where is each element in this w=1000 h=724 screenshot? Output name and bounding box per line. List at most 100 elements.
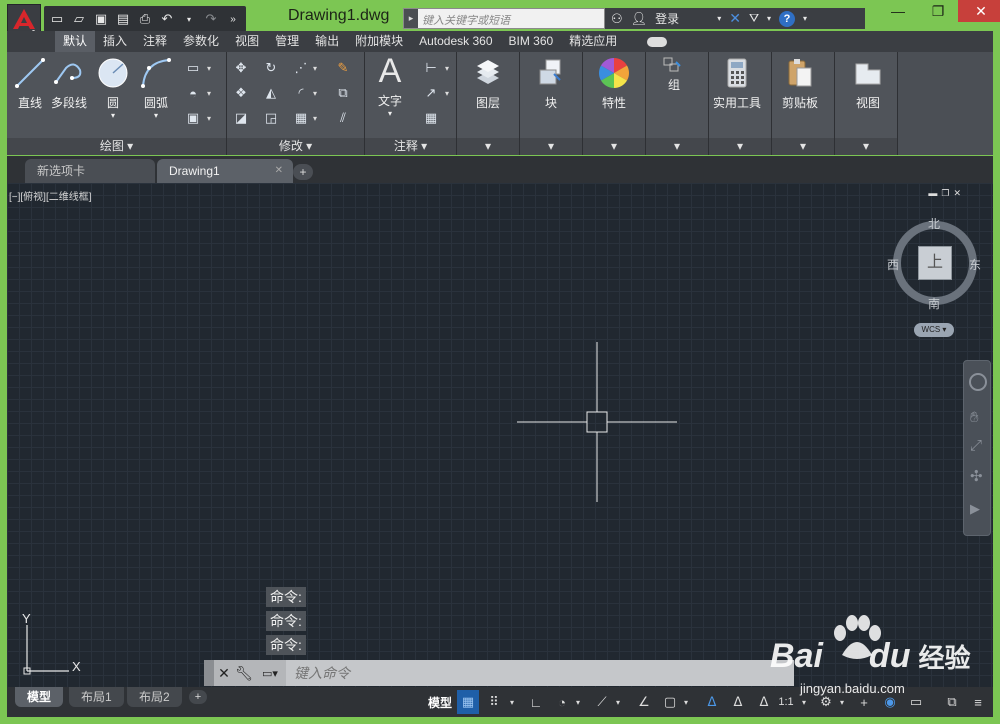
properties-button[interactable]: 特性 xyxy=(597,56,631,111)
restore-button[interactable]: ❐ xyxy=(918,0,958,22)
pan-hand-icon[interactable]: ✋︎ xyxy=(970,409,979,426)
snap-dropdown-icon[interactable]: ▾ xyxy=(507,690,517,714)
login-dropdown-icon[interactable]: ▾ xyxy=(717,14,721,23)
hardware-acceleration-icon[interactable]: ▭ xyxy=(905,690,927,714)
annotation-panel-title[interactable]: 注释 ▾ xyxy=(365,138,456,155)
wcs-menu[interactable]: WCS ▾ xyxy=(914,323,954,337)
a360-icon[interactable]: ⛛ xyxy=(749,11,759,26)
search-expand-icon[interactable]: ▸ xyxy=(404,9,418,28)
clean-screen-icon[interactable]: ⧉ xyxy=(941,690,963,714)
properties-panel-dropdown-icon[interactable]: ▾ xyxy=(583,138,645,155)
compass-south[interactable]: 南 xyxy=(928,295,940,312)
block-button[interactable]: 块 xyxy=(534,56,568,111)
login-link[interactable]: 登录 xyxy=(655,10,679,27)
viewport-controls-label[interactable]: [−][俯视][二维线框] xyxy=(9,188,92,203)
more-commands-icon[interactable]: » xyxy=(224,10,242,28)
rotate-icon[interactable]: ↻ xyxy=(261,58,281,78)
rectangle-icon[interactable]: ▭ xyxy=(183,58,203,78)
fillet-icon[interactable]: ◜ xyxy=(291,83,311,103)
open-folder-icon[interactable]: ▱ xyxy=(70,10,88,28)
a360-dropdown-icon[interactable]: ▾ xyxy=(767,14,771,23)
scale-icon[interactable]: ◲ xyxy=(261,108,281,128)
move-icon[interactable]: ✥ xyxy=(231,58,251,78)
object-snap-dropdown-icon[interactable]: ▾ xyxy=(681,690,691,714)
snap-toggle-icon[interactable]: ⠿ xyxy=(483,690,505,714)
compass-west[interactable]: 西 xyxy=(887,256,899,273)
group-panel[interactable]: 组 ▾ xyxy=(646,52,709,155)
utilities-panel-dropdown-icon[interactable]: ▾ xyxy=(709,138,771,155)
rectangle-dropdown-icon[interactable]: ▾ xyxy=(207,64,211,73)
boundary-dropdown-icon[interactable]: ▾ xyxy=(207,114,211,123)
customization-menu-icon[interactable]: ≡ xyxy=(967,690,989,714)
tab-view[interactable]: 视图 xyxy=(227,31,267,52)
drawing-canvas[interactable]: [−][俯视][二维线框] ▬❐✕ 上 北 南 西 东 WCS ▾ ✋︎ ⤢ ✣… xyxy=(7,183,993,687)
add-layout-button[interactable]: + xyxy=(189,690,207,704)
trim-icon[interactable]: ⋰ xyxy=(291,58,311,78)
ribbon-display-toggle[interactable] xyxy=(639,31,675,52)
layers-panel-dropdown-icon[interactable]: ▾ xyxy=(457,138,519,155)
tab-annotate[interactable]: 注释 xyxy=(135,31,175,52)
annotation-scale-icon[interactable]: ᐃ xyxy=(753,690,775,714)
clipboard-button[interactable]: 剪贴板 xyxy=(782,56,818,111)
polar-dropdown-icon[interactable]: ▾ xyxy=(573,690,583,714)
tab-addins[interactable]: 附加模块 xyxy=(347,31,411,52)
fillet-dropdown-icon[interactable]: ▾ xyxy=(313,89,317,98)
recent-commands-icon[interactable]: ▭▾ xyxy=(254,661,286,685)
close-tab-icon[interactable]: ✕ xyxy=(275,159,283,183)
model-space-button[interactable]: 模型 xyxy=(425,690,455,714)
leader-dropdown-icon[interactable]: ▾ xyxy=(445,89,449,98)
tab-drawing1[interactable]: Drawing1 ✕ xyxy=(157,159,293,183)
isolate-objects-icon[interactable]: ◉ xyxy=(879,690,901,714)
annotation-monitor-icon[interactable]: + xyxy=(853,690,875,714)
text-button[interactable]: A 文字 ▾ xyxy=(373,52,407,119)
view-panel-dropdown-icon[interactable]: ▾ xyxy=(835,138,897,155)
viewcube[interactable]: 上 北 南 西 东 xyxy=(887,217,981,311)
tab-layout1[interactable]: 布局1 xyxy=(69,687,124,707)
erase-icon[interactable]: ✎ xyxy=(333,58,353,78)
save-icon[interactable]: ▣ xyxy=(92,10,110,28)
customize-wrench-icon[interactable]: 🔧︎ xyxy=(234,661,254,685)
help-dropdown-icon[interactable]: ▾ xyxy=(803,14,807,23)
close-command-line-icon[interactable]: ✕ xyxy=(214,661,234,685)
tab-featured-apps[interactable]: 精选应用 xyxy=(561,31,625,52)
dimension-dropdown-icon[interactable]: ▾ xyxy=(445,64,449,73)
vp-restore-icon[interactable]: ❐ xyxy=(941,188,953,198)
clipboard-panel[interactable]: 剪贴板 ▾ xyxy=(772,52,835,155)
compass-north[interactable]: 北 xyxy=(928,215,940,232)
tab-new[interactable]: 新选项卡 xyxy=(25,159,155,183)
explode-icon[interactable]: ⧉ xyxy=(333,83,353,103)
layers-panel[interactable]: 图层 ▾ xyxy=(457,52,520,155)
arc-button[interactable]: 圆弧 ▾ xyxy=(139,56,173,120)
text-dropdown-icon[interactable]: ▾ xyxy=(388,109,392,118)
polar-tracking-icon[interactable]: ◔ xyxy=(551,690,573,714)
tab-insert[interactable]: 插入 xyxy=(95,31,135,52)
undo-dropdown-icon[interactable]: ▾ xyxy=(180,10,198,28)
help-icon[interactable]: ? xyxy=(779,10,796,27)
workspace-dropdown-icon[interactable]: ▾ xyxy=(837,690,847,714)
leader-icon[interactable]: ↗ xyxy=(421,83,441,103)
compass-east[interactable]: 东 xyxy=(969,256,981,273)
object-snap-icon[interactable]: ▢ xyxy=(659,690,681,714)
polyline-button[interactable]: 多段线 xyxy=(51,56,87,111)
draw-panel-title[interactable]: 绘图 ▾ xyxy=(7,138,226,155)
steering-wheel-icon[interactable] xyxy=(969,373,987,391)
view-panel[interactable]: 视图 ▾ xyxy=(835,52,898,155)
tab-output[interactable]: 输出 xyxy=(307,31,347,52)
undo-icon[interactable]: ↶ xyxy=(158,10,176,28)
view-button[interactable]: 视图 xyxy=(851,56,885,111)
tab-bim360[interactable]: BIM 360 xyxy=(501,31,562,52)
offset-icon[interactable]: ⫽ xyxy=(333,108,353,128)
utilities-panel[interactable]: 实用工具 ▾ xyxy=(709,52,772,155)
annotation-visibility-icon[interactable]: ᐃ xyxy=(701,690,723,714)
new-file-icon[interactable]: ▭ xyxy=(48,10,66,28)
circle-button[interactable]: 圆 ▾ xyxy=(96,56,130,120)
isodraft-icon[interactable]: ⟋ xyxy=(591,690,613,714)
command-line-grip[interactable] xyxy=(204,660,214,686)
stretch-icon[interactable]: ◪ xyxy=(231,108,251,128)
binoculars-icon[interactable]: ⚇ xyxy=(611,11,623,27)
trim-dropdown-icon[interactable]: ▾ xyxy=(313,64,317,73)
print-icon[interactable]: ⎙ xyxy=(136,10,154,28)
workspace-gear-icon[interactable]: ⚙ xyxy=(815,690,837,714)
group-button[interactable]: 组 xyxy=(662,56,686,93)
hatch-icon[interactable]: ◓ xyxy=(183,83,203,103)
